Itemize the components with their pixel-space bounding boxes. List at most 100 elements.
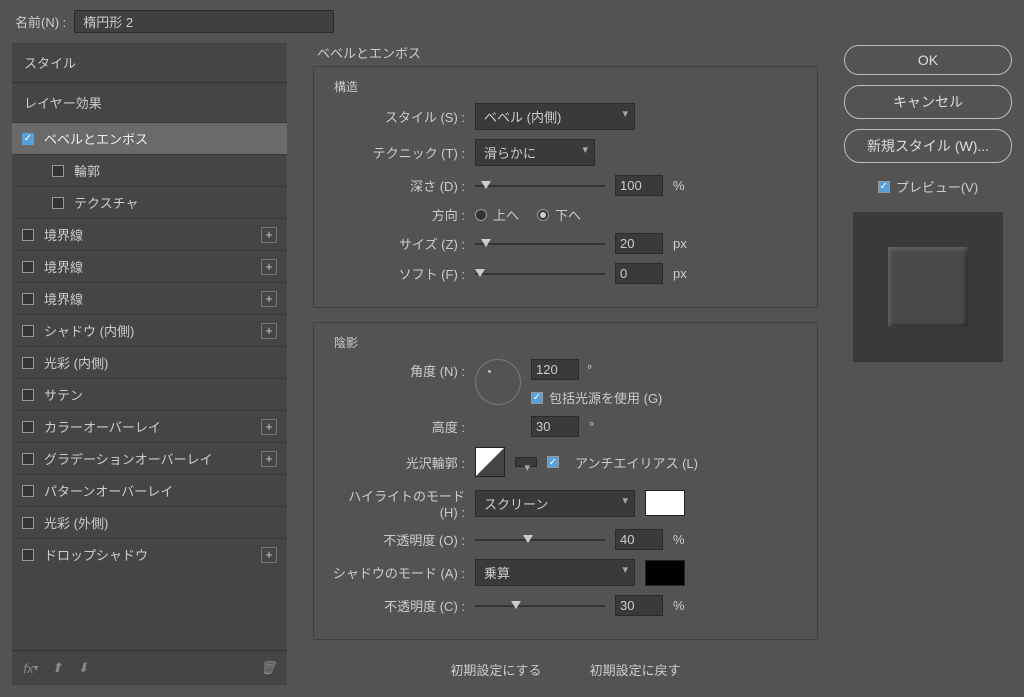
cancel-button[interactable]: キャンセル bbox=[844, 85, 1012, 119]
style-item-9[interactable]: カラーオーバーレイ + bbox=[12, 410, 287, 442]
style-item-checkbox[interactable]: ✓ bbox=[22, 133, 34, 145]
name-input[interactable] bbox=[74, 10, 334, 33]
style-item-label: 境界線 bbox=[44, 257, 83, 276]
style-item-label: 輪郭 bbox=[74, 161, 100, 180]
add-instance-icon[interactable]: + bbox=[261, 227, 277, 243]
style-item-label: サテン bbox=[44, 385, 83, 404]
style-item-13[interactable]: ドロップシャドウ+ bbox=[12, 538, 287, 570]
style-item-checkbox[interactable] bbox=[22, 389, 34, 401]
size-slider[interactable] bbox=[475, 236, 605, 252]
highlight-mode-select[interactable]: スクリーン bbox=[475, 490, 635, 517]
add-instance-icon[interactable]: + bbox=[261, 451, 277, 467]
style-item-checkbox[interactable] bbox=[22, 325, 34, 337]
altitude-input[interactable] bbox=[531, 416, 579, 437]
style-item-checkbox[interactable] bbox=[52, 165, 64, 177]
depth-input[interactable] bbox=[615, 175, 663, 196]
style-item-8[interactable]: サテン bbox=[12, 378, 287, 410]
style-item-checkbox[interactable] bbox=[52, 197, 64, 209]
style-item-label: カラーオーバーレイ bbox=[44, 417, 161, 436]
shadow-opacity-unit: % bbox=[673, 598, 685, 613]
shadow-mode-label: シャドウのモード (A) : bbox=[330, 563, 465, 582]
preview-checkbox[interactable]: ✓ bbox=[878, 181, 890, 193]
style-item-label: 光彩 (内側) bbox=[44, 353, 108, 372]
add-instance-icon[interactable]: + bbox=[261, 419, 277, 435]
style-list-panel: スタイル レイヤー効果 ✓ベベルとエンボス輪郭テクスチャ境界線+境界線+境界線+… bbox=[12, 43, 287, 685]
style-item-10[interactable]: グラデーションオーバーレイ + bbox=[12, 442, 287, 474]
highlight-opacity-slider[interactable] bbox=[475, 532, 605, 548]
highlight-mode-label: ハイライトのモード (H) : bbox=[330, 486, 465, 520]
direction-up-radio[interactable]: 上へ bbox=[475, 205, 519, 224]
add-instance-icon[interactable]: + bbox=[261, 323, 277, 339]
style-item-7[interactable]: 光彩 (内側) bbox=[12, 346, 287, 378]
make-default-button[interactable]: 初期設定にする bbox=[436, 654, 555, 685]
shadow-opacity-slider[interactable] bbox=[475, 598, 605, 614]
direction-label: 方向 : bbox=[330, 205, 465, 224]
style-item-checkbox[interactable] bbox=[22, 421, 34, 433]
style-item-checkbox[interactable] bbox=[22, 261, 34, 273]
global-light-checkbox[interactable]: ✓ bbox=[531, 392, 543, 404]
ok-button[interactable]: OK bbox=[844, 45, 1012, 75]
depth-slider[interactable] bbox=[475, 178, 605, 194]
style-item-checkbox[interactable] bbox=[22, 485, 34, 497]
style-item-label: ベベルとエンボス bbox=[44, 129, 148, 148]
style-item-label: グラデーションオーバーレイ bbox=[44, 449, 213, 468]
shading-legend: 陰影 bbox=[330, 334, 362, 351]
style-item-checkbox[interactable] bbox=[22, 453, 34, 465]
arrow-up-icon[interactable]: ⬆ bbox=[48, 659, 66, 677]
style-item-checkbox[interactable] bbox=[22, 293, 34, 305]
style-item-12[interactable]: 光彩 (外側) bbox=[12, 506, 287, 538]
style-item-4[interactable]: 境界線 + bbox=[12, 250, 287, 282]
soft-input[interactable] bbox=[615, 263, 663, 284]
reset-default-button[interactable]: 初期設定に戻す bbox=[576, 654, 695, 685]
add-instance-icon[interactable]: + bbox=[261, 547, 277, 563]
global-light-label: 包括光源を使用 (G) bbox=[549, 388, 662, 407]
style-header[interactable]: スタイル bbox=[12, 43, 287, 82]
style-select[interactable]: ベベル (内側) bbox=[475, 103, 635, 130]
trash-icon[interactable]: 🗑 bbox=[259, 659, 277, 677]
soft-slider[interactable] bbox=[475, 266, 605, 282]
shadow-mode-select[interactable]: 乗算 bbox=[475, 559, 635, 586]
shading-group: 陰影 角度 (N) : ° ✓ 包括光源を使用 (G) bbox=[313, 322, 818, 640]
highlight-opacity-input[interactable] bbox=[615, 529, 663, 550]
direction-up-label: 上へ bbox=[493, 205, 519, 224]
antialias-checkbox[interactable]: ✓ bbox=[547, 456, 559, 468]
gloss-contour-picker[interactable] bbox=[475, 447, 505, 477]
style-item-3[interactable]: 境界線+ bbox=[12, 218, 287, 250]
add-instance-icon[interactable]: + bbox=[261, 291, 277, 307]
gloss-label: 光沢輪郭 : bbox=[330, 453, 465, 472]
style-item-checkbox[interactable] bbox=[22, 549, 34, 561]
style-item-checkbox[interactable] bbox=[22, 357, 34, 369]
technique-select[interactable]: 滑らかに bbox=[475, 139, 595, 166]
structure-group: 構造 スタイル (S) : ベベル (内側) テクニック (T) : 滑らかに … bbox=[313, 66, 818, 308]
style-item-6[interactable]: シャドウ (内側)+ bbox=[12, 314, 287, 346]
shadow-opacity-label: 不透明度 (C) : bbox=[330, 596, 465, 615]
style-item-1[interactable]: 輪郭 bbox=[12, 154, 287, 186]
style-item-0[interactable]: ✓ ベベルとエンボス bbox=[12, 122, 287, 154]
size-input[interactable] bbox=[615, 233, 663, 254]
panel-title: ベベルとエンボス bbox=[313, 43, 818, 62]
layer-effects-header[interactable]: レイヤー効果 bbox=[12, 83, 287, 122]
shadow-color-swatch[interactable] bbox=[645, 560, 685, 586]
angle-label: 角度 (N) : bbox=[330, 359, 465, 380]
style-item-5[interactable]: 境界線+ bbox=[12, 282, 287, 314]
arrow-down-icon[interactable]: ⬇ bbox=[74, 659, 92, 677]
antialias-label: アンチエイリアス (L) bbox=[575, 453, 698, 472]
highlight-color-swatch[interactable] bbox=[645, 490, 685, 516]
angle-input[interactable] bbox=[531, 359, 579, 380]
depth-label: 深さ (D) : bbox=[330, 176, 465, 195]
altitude-degree: ° bbox=[589, 419, 594, 434]
style-item-checkbox[interactable] bbox=[22, 517, 34, 529]
shadow-opacity-input[interactable] bbox=[615, 595, 663, 616]
direction-down-radio[interactable]: 下へ bbox=[537, 205, 581, 224]
new-style-button[interactable]: 新規スタイル (W)... bbox=[844, 129, 1012, 163]
style-item-label: パターンオーバーレイ bbox=[44, 481, 173, 500]
angle-wheel[interactable] bbox=[475, 359, 521, 405]
gloss-contour-dropdown[interactable] bbox=[515, 457, 537, 467]
soft-unit: px bbox=[673, 266, 687, 281]
preview-thumbnail bbox=[853, 212, 1003, 362]
style-item-checkbox[interactable] bbox=[22, 229, 34, 241]
add-instance-icon[interactable]: + bbox=[261, 259, 277, 275]
fx-menu-icon[interactable]: fx▾ bbox=[22, 659, 40, 677]
style-item-11[interactable]: パターンオーバーレイ bbox=[12, 474, 287, 506]
style-item-2[interactable]: テクスチャ bbox=[12, 186, 287, 218]
